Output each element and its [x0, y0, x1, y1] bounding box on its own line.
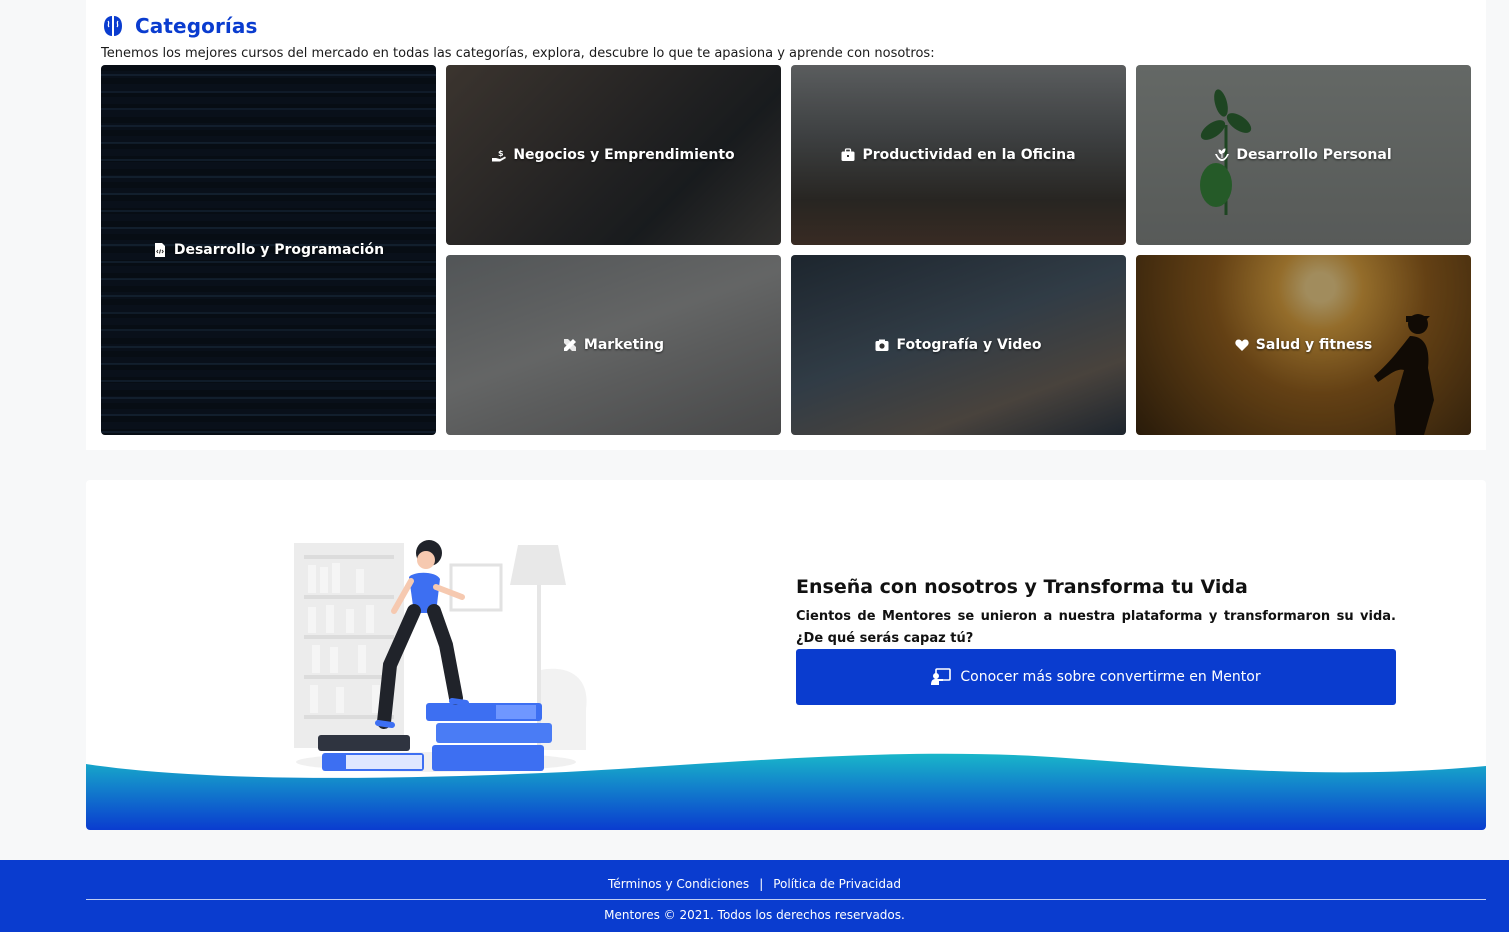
category-card-marketing[interactable]: Marketing	[446, 255, 781, 435]
privacy-link[interactable]: Política de Privacidad	[773, 877, 901, 891]
category-label: Marketing	[583, 337, 665, 353]
footer-copyright: Mentores © 2021. Todos los derechos rese…	[604, 908, 905, 922]
decorative-wave	[86, 753, 1486, 830]
categories-section: Categorías Tenemos los mejores cursos de…	[86, 0, 1486, 450]
terms-link[interactable]: Términos y Condiciones	[608, 877, 749, 891]
woman-climbing-books-illustration	[294, 540, 587, 772]
footer-links: Términos y Condiciones | Política de Priva…	[0, 877, 1509, 891]
hand-coin-icon: $	[492, 149, 507, 162]
categories-description: Tenemos los mejores cursos del mercado e…	[101, 46, 935, 61]
category-card-desarrollo-programacion[interactable]: Desarrollo y Programación	[101, 65, 436, 435]
camera-icon	[875, 339, 889, 351]
category-label: Fotografía y Video	[896, 337, 1042, 353]
category-card-desarrollo-personal[interactable]: Desarrollo Personal	[1136, 65, 1471, 245]
file-code-icon	[154, 243, 165, 257]
become-mentor-label: Conocer más sobre convertirme en Mentor	[960, 669, 1261, 685]
footer-divider	[86, 899, 1486, 900]
footer: Términos y Condiciones | Política de Priva…	[0, 860, 1509, 932]
heart-icon	[1235, 339, 1249, 351]
become-mentor-button[interactable]: Conocer más sobre convertirme en Mentor	[796, 649, 1396, 705]
svg-text:$: $	[498, 149, 504, 158]
chalkboard-teacher-icon	[931, 668, 952, 685]
category-label: Salud y fitness	[1255, 337, 1373, 353]
teach-description: Cientos de Mentores se unieron a nuestra…	[796, 609, 1396, 646]
teach-text-block: Enseña con nosotros y Transforma tu Vida…	[796, 576, 1396, 650]
teach-section: Enseña con nosotros y Transforma tu Vida…	[86, 480, 1486, 830]
categories-heading: Categorías	[101, 14, 257, 38]
category-card-negocios[interactable]: $ Negocios y Emprendimiento	[446, 65, 781, 245]
pencil-ruler-icon	[563, 339, 576, 351]
category-label: Desarrollo y Programación	[173, 242, 385, 258]
category-label: Productividad en la Oficina	[862, 147, 1076, 163]
category-card-fotografia[interactable]: Fotografía y Video	[791, 255, 1126, 435]
brain-icon	[104, 16, 122, 36]
teach-title: Enseña con nosotros y Transforma tu Vida	[796, 576, 1248, 598]
categories-title: Categorías	[135, 14, 258, 38]
category-label: Desarrollo Personal	[1236, 147, 1392, 163]
category-card-productividad[interactable]: Productividad en la Oficina	[791, 65, 1126, 245]
seedling-hands-icon	[1215, 148, 1230, 161]
footer-link-separator: |	[759, 877, 764, 891]
briefcase-icon	[841, 148, 855, 161]
category-label: Negocios y Emprendimiento	[513, 147, 735, 163]
category-card-salud[interactable]: Salud y fitness	[1136, 255, 1471, 435]
